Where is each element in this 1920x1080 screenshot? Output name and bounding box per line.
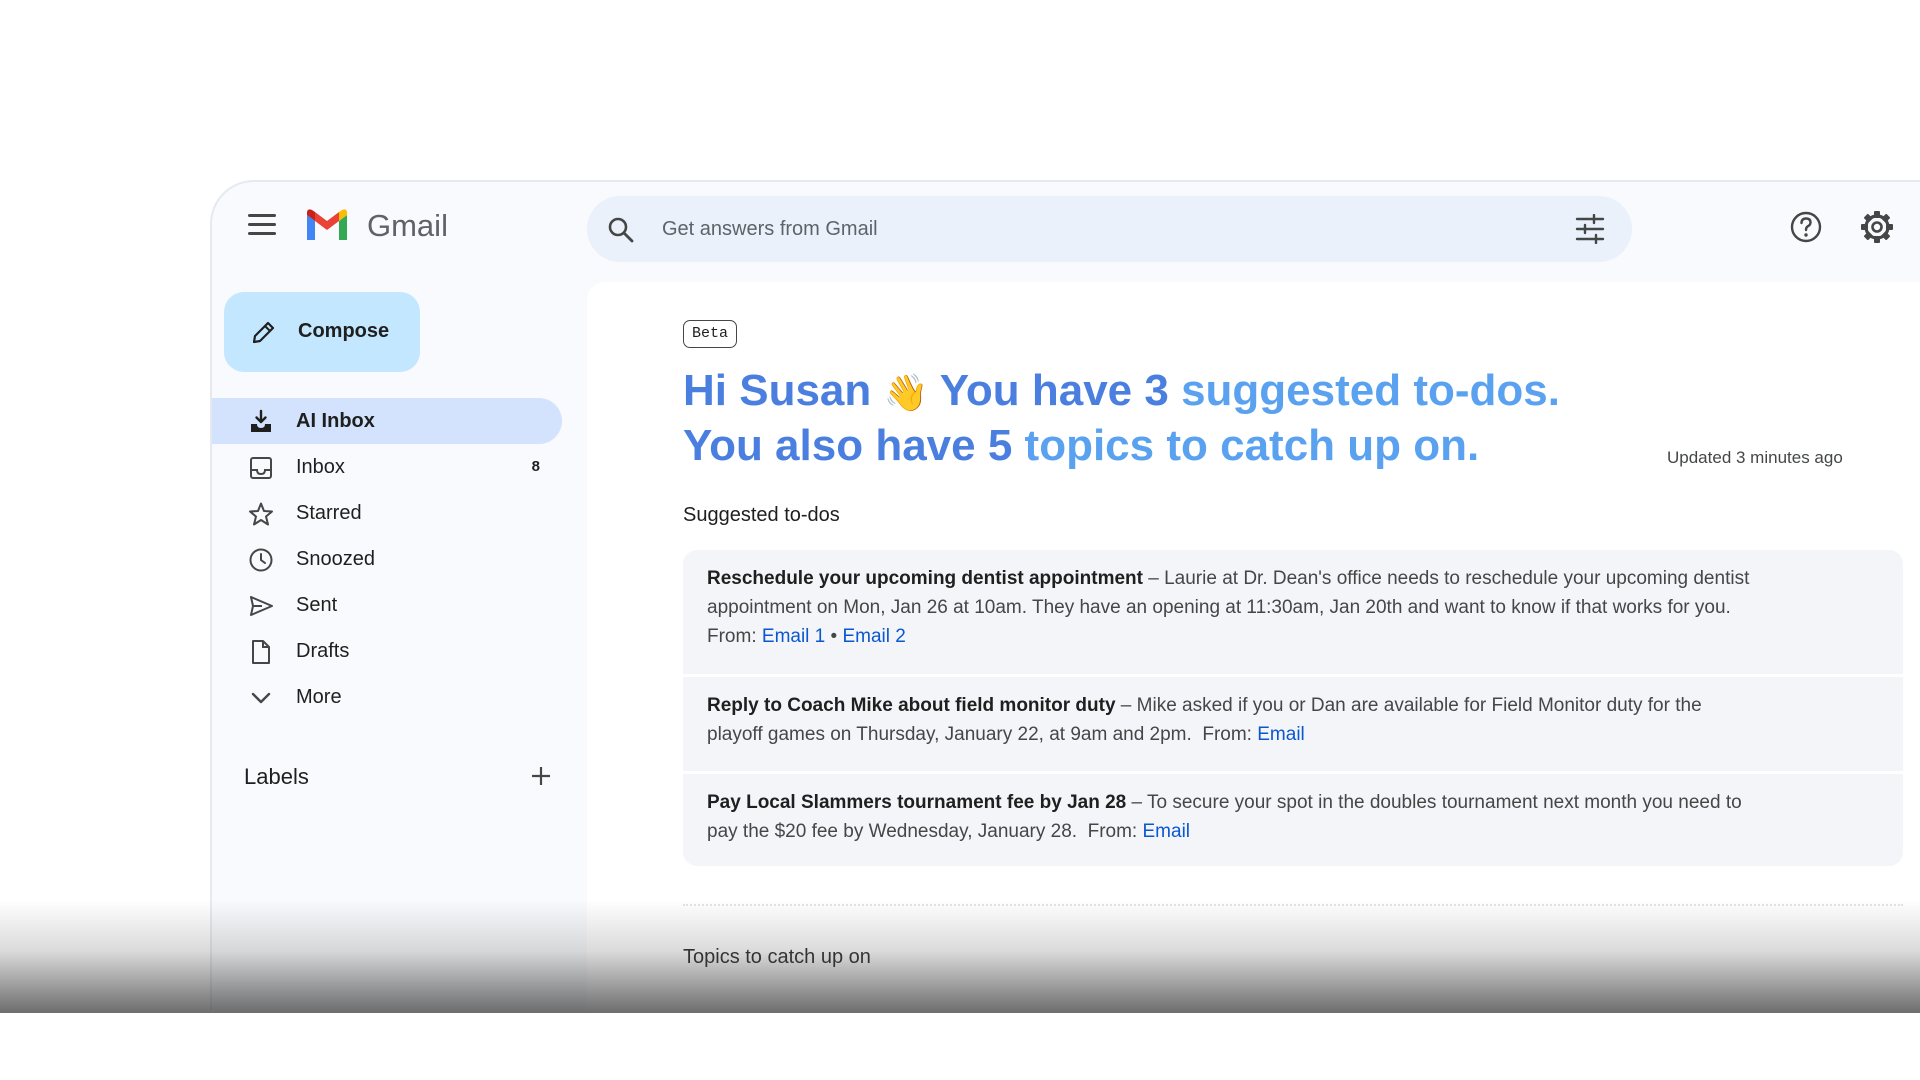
beta-badge: Beta xyxy=(683,320,738,348)
help-icon[interactable] xyxy=(1789,210,1823,244)
sidebar-item-label: Inbox xyxy=(296,456,345,478)
sidebar-item-label: AI Inbox xyxy=(296,410,375,432)
todo-title: Reply to Coach Mike about field monitor … xyxy=(707,695,1116,716)
todo-from-label: From: xyxy=(707,626,757,647)
search-options-icon[interactable] xyxy=(1574,214,1606,244)
search-bar xyxy=(587,196,1632,262)
gmail-logo-icon[interactable] xyxy=(304,208,350,242)
top-bar: Gmail xyxy=(212,182,1920,272)
sidebar-item-ai-inbox[interactable]: AI Inbox xyxy=(212,398,562,444)
sidebar-item-snoozed[interactable]: Snoozed xyxy=(212,536,562,582)
todo-card[interactable]: Reschedule your upcoming dentist appoint… xyxy=(683,550,1903,674)
unread-count-badge: 8 xyxy=(531,458,540,475)
add-label-icon[interactable] xyxy=(529,764,553,788)
sidebar-item-label: Drafts xyxy=(296,640,350,662)
todo-title: Reschedule your upcoming dentist appoint… xyxy=(707,568,1143,589)
email-2-link[interactable]: Email 2 xyxy=(842,626,905,647)
pencil-icon xyxy=(252,321,275,344)
updated-timestamp: Updated 3 minutes ago xyxy=(1667,448,1843,467)
chevron-down-icon xyxy=(251,692,271,704)
greeting-name: Hi Susan xyxy=(683,366,872,415)
main-menu-icon[interactable] xyxy=(248,214,278,238)
greeting-topic-count: You also have 5 xyxy=(683,421,1013,470)
email-1-link[interactable]: Email 1 xyxy=(762,626,825,647)
inbox-icon xyxy=(250,457,272,479)
sidebar-item-more[interactable]: More xyxy=(212,674,562,720)
todo-from-label: From: xyxy=(1087,821,1138,842)
clock-icon xyxy=(249,548,273,572)
todo-from-label: From: xyxy=(1202,724,1252,745)
sidebar-item-drafts[interactable]: Drafts xyxy=(212,628,562,674)
sidebar-item-starred[interactable]: Starred xyxy=(212,490,562,536)
ai-inbox-icon xyxy=(251,409,271,432)
suggested-todos-heading: Suggested to-dos xyxy=(683,504,840,526)
send-icon xyxy=(250,596,273,616)
screen: Gmail Get answers from Gmail Compose AI … xyxy=(0,0,1920,1080)
sidebar-item-inbox[interactable]: Inbox 8 xyxy=(212,444,562,490)
ai-inbox-panel: Beta Hi Susan 👋 You have 3 suggested to-… xyxy=(587,282,1920,1010)
sidebar-item-sent[interactable]: Sent xyxy=(212,582,562,628)
brand-name: Gmail xyxy=(367,208,448,243)
email-link[interactable]: Email xyxy=(1257,724,1305,745)
sidebar-item-label: Sent xyxy=(296,594,338,616)
topics-heading: Topics to catch up on xyxy=(683,946,871,968)
compose-button[interactable]: Compose xyxy=(224,292,420,372)
email-link[interactable]: Email xyxy=(1143,821,1191,842)
todo-title: Pay Local Slammers tournament fee by Jan… xyxy=(707,792,1127,813)
labels-heading: Labels xyxy=(244,764,309,789)
suggested-todos-link[interactable]: suggested to-dos. xyxy=(1181,366,1560,415)
search-input[interactable] xyxy=(662,212,1522,246)
sidebar-nav: AI Inbox Inbox 8 Starred Snoozed Sent Dr… xyxy=(212,398,562,720)
star-icon xyxy=(249,502,273,526)
labels-section: Labels xyxy=(244,762,554,794)
greeting-todo-count: You have 3 xyxy=(939,366,1169,415)
draft-icon xyxy=(252,640,270,664)
todo-card[interactable]: Pay Local Slammers tournament fee by Jan… xyxy=(683,774,1903,866)
sidebar-item-label: More xyxy=(296,686,342,708)
compose-label: Compose xyxy=(298,320,390,342)
section-divider xyxy=(683,904,1903,906)
sidebar-item-label: Snoozed xyxy=(296,548,375,570)
search-icon[interactable] xyxy=(607,216,635,244)
gmail-window: Gmail Get answers from Gmail Compose AI … xyxy=(210,180,1920,1010)
waving-hand-icon: 👋 xyxy=(883,372,929,413)
todo-card[interactable]: Reply to Coach Mike about field monitor … xyxy=(683,677,1903,771)
settings-gear-icon[interactable] xyxy=(1859,209,1895,245)
sidebar-item-label: Starred xyxy=(296,502,362,524)
catch-up-topics-link[interactable]: topics to catch up on. xyxy=(1025,421,1480,470)
greeting-heading: Hi Susan 👋 You have 3 suggested to-dos. … xyxy=(683,364,1683,472)
